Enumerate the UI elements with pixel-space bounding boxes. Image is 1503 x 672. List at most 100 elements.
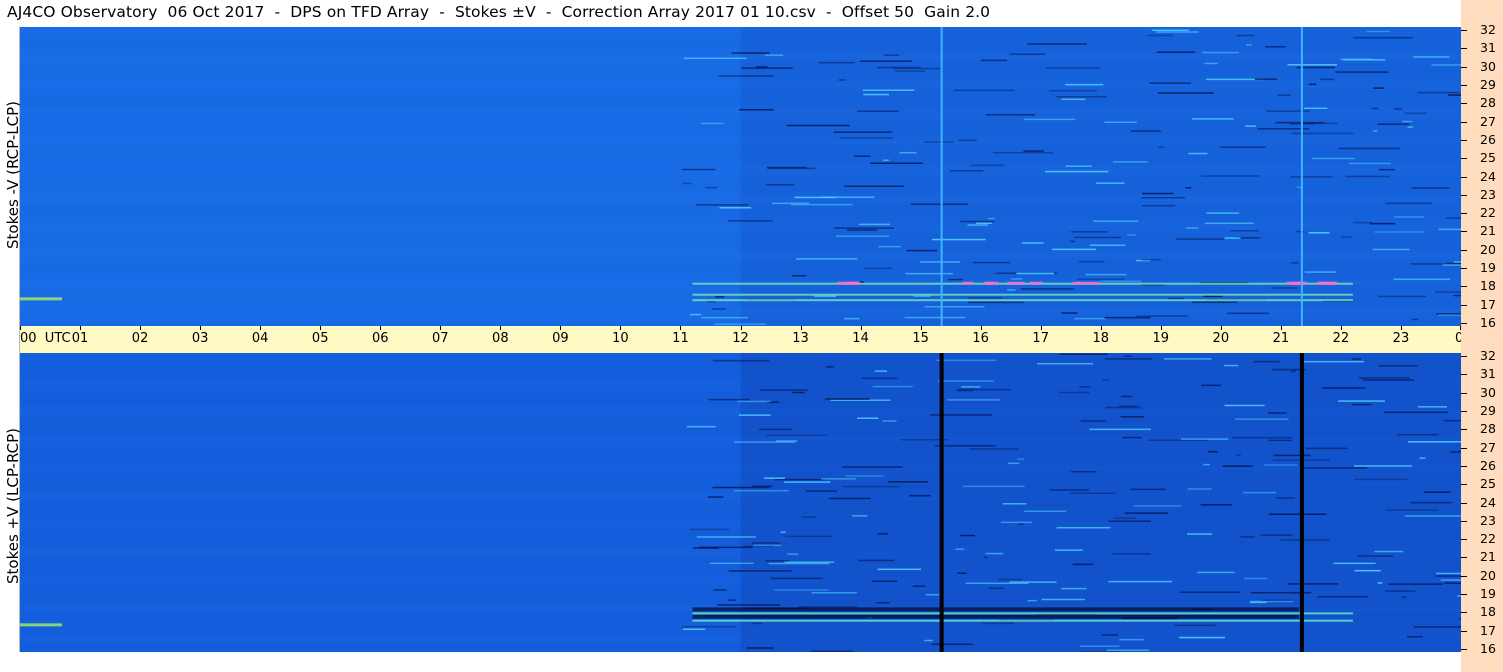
rfi-streak [682,168,716,171]
rfi-streak [1149,82,1192,84]
rfi-streak [1393,108,1403,110]
rfi-streak [1002,503,1027,505]
rfi-streak [1240,536,1255,538]
mhz-tick [1461,630,1467,632]
rfi-streak [912,585,926,587]
rfi-streak [1023,150,1044,152]
rfi-streak [1354,569,1381,572]
rfi-streak [1345,175,1390,178]
rfi-streak [746,647,774,649]
rfi-streak [856,110,899,113]
rfi-streak [1446,217,1461,219]
rfi-streak [1104,358,1152,360]
mhz-tick-label: 30 [1480,58,1496,74]
rfi-streak [1253,360,1280,363]
rfi-streak [1119,405,1138,408]
rfi-streak [862,89,915,91]
y-axis-label-bottom: Stokes +V (LCP-RCP) [4,428,22,584]
rfi-streak [1242,491,1276,494]
rfi-streak [1296,186,1301,189]
rfi-streak [1017,458,1024,460]
rfi-streak [1333,562,1376,565]
rfi-streak [1264,464,1298,466]
rfi-streak [857,417,879,419]
rfi-streak [930,414,993,416]
rfi-streak [1119,638,1144,641]
rfi-streak [1188,152,1208,155]
rfi-streak [1305,447,1348,450]
rfi-streak [967,297,1002,299]
rfi-streak [910,203,968,206]
rfi-streak [1449,451,1461,453]
rfi-streak [826,366,834,368]
rfi-streak [1366,30,1391,33]
utc-tick-label: 15 [912,331,929,346]
rfi-streak [1268,513,1327,515]
rfi-streak [1100,280,1142,283]
utc-tick-label: 09 [552,331,569,346]
rfi-streak [1413,56,1450,58]
rfi-streak [859,281,864,283]
rfi-streak [1070,470,1097,473]
emission-hotspot [984,281,999,285]
mhz-tick-label: 30 [1480,384,1496,400]
rfi-streak [843,485,900,488]
rfi-streak [1404,112,1427,115]
rfi-streak [1045,67,1101,69]
utc-tick [320,326,322,330]
rfi-streak [1008,462,1020,465]
utc-tick-label: 17 [1032,331,1049,346]
rfi-streak [962,485,1025,488]
utc-tick [1280,326,1282,330]
rfi-streak [1136,315,1189,317]
rfi-streak [1232,437,1293,439]
rfi-streak [1378,365,1418,367]
rfi-streak [1203,295,1223,298]
mhz-tick [1461,66,1467,68]
rfi-streak [1191,118,1234,120]
mhz-tick-label: 19 [1480,585,1496,601]
rfi-streak [1089,244,1126,247]
spectrogram-top-svg [20,27,1461,326]
rfi-streak [998,578,1023,581]
rfi-streak [1359,377,1410,379]
mhz-tick-label: 21 [1480,549,1496,565]
rfi-streak [766,184,794,186]
rfi-streak [1431,64,1461,66]
rfi-streak [834,227,894,229]
mhz-tick [1461,575,1467,577]
rfi-streak [760,389,809,391]
rfi-streak [1108,580,1173,583]
mhz-tick-label: 16 [1480,314,1496,330]
utc-tick-label: 12 [732,331,749,346]
rfi-streak [708,398,750,401]
utc-tick-label: 08 [492,331,509,346]
rfi-streak [753,544,782,547]
absorption-band [692,607,1299,612]
rfi-streak [1027,43,1087,45]
rfi-streak [765,559,790,562]
rfi-streak [1201,384,1221,387]
mhz-tick-label: 26 [1480,457,1496,473]
emission-band [692,299,1353,302]
emission-hotspot [1007,281,1025,285]
mhz-tick-label: 32 [1480,21,1496,37]
rfi-streak [992,152,1054,154]
rfi-streak [854,155,871,157]
rfi-streak [795,258,858,260]
utc-tick [800,326,802,330]
rfi-streak [1147,34,1174,37]
rfi-streak [1156,31,1199,33]
rfi-streak [1363,379,1414,381]
rfi-streak [1290,176,1333,178]
rfi-streak [686,425,716,428]
rfi-streak [846,229,878,231]
rfi-streak [1187,488,1212,490]
utc-tick-label: 10 [612,331,629,346]
rfi-streak [1157,92,1214,94]
rfi-streak [1027,599,1038,602]
rfi-streak [1104,316,1151,319]
rfi-streak [1303,107,1328,110]
mhz-tick-label: 26 [1480,131,1496,147]
rfi-streak [1378,168,1395,171]
